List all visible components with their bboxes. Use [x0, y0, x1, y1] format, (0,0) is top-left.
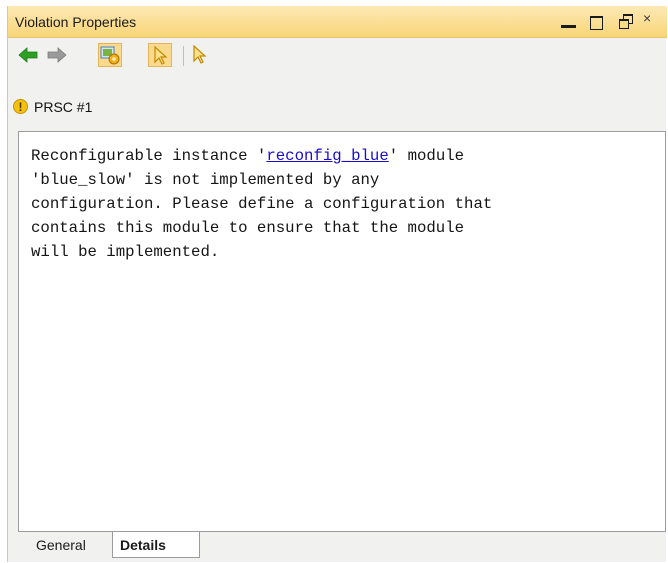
- maximize-button[interactable]: [589, 11, 607, 31]
- window-title: Violation Properties: [15, 14, 137, 30]
- pointer-button[interactable]: [188, 43, 212, 67]
- details-panel: Reconfigurable instance 'reconfig_blue' …: [18, 131, 666, 532]
- select-settings-icon: [100, 46, 120, 65]
- select-settings-button[interactable]: [98, 43, 122, 67]
- forward-button[interactable]: [45, 43, 69, 67]
- back-button[interactable]: [16, 43, 40, 67]
- toolbar: [8, 39, 667, 73]
- select-pointer-icon: [154, 45, 168, 65]
- restore-button[interactable]: [616, 11, 636, 31]
- instance-link[interactable]: reconfig_blue: [266, 147, 388, 165]
- violation-header: ! PRSC #1: [8, 96, 667, 118]
- tab-bar: General Details: [18, 532, 666, 560]
- minimize-button[interactable]: [560, 11, 578, 31]
- violation-message: Reconfigurable instance 'reconfig_blue' …: [31, 144, 661, 264]
- message-text-before: Reconfigurable instance ': [31, 147, 267, 165]
- warning-icon: !: [13, 99, 28, 114]
- restore-front-icon: [619, 19, 629, 29]
- violation-id: PRSC #1: [34, 99, 93, 115]
- violation-properties-window: Violation Properties × ! PRSC #1 Reconfi…: [7, 6, 667, 562]
- close-icon: ×: [643, 10, 652, 26]
- tab-general[interactable]: General: [24, 532, 104, 558]
- forward-arrow-icon: [47, 47, 67, 63]
- toolbar-separator: [183, 46, 184, 66]
- back-arrow-icon: [18, 47, 38, 63]
- tab-details[interactable]: Details: [112, 532, 200, 558]
- title-bar[interactable]: Violation Properties ×: [8, 6, 667, 38]
- pointer-icon: [193, 44, 207, 64]
- select-pointer-button[interactable]: [148, 43, 172, 67]
- close-button[interactable]: ×: [643, 10, 659, 30]
